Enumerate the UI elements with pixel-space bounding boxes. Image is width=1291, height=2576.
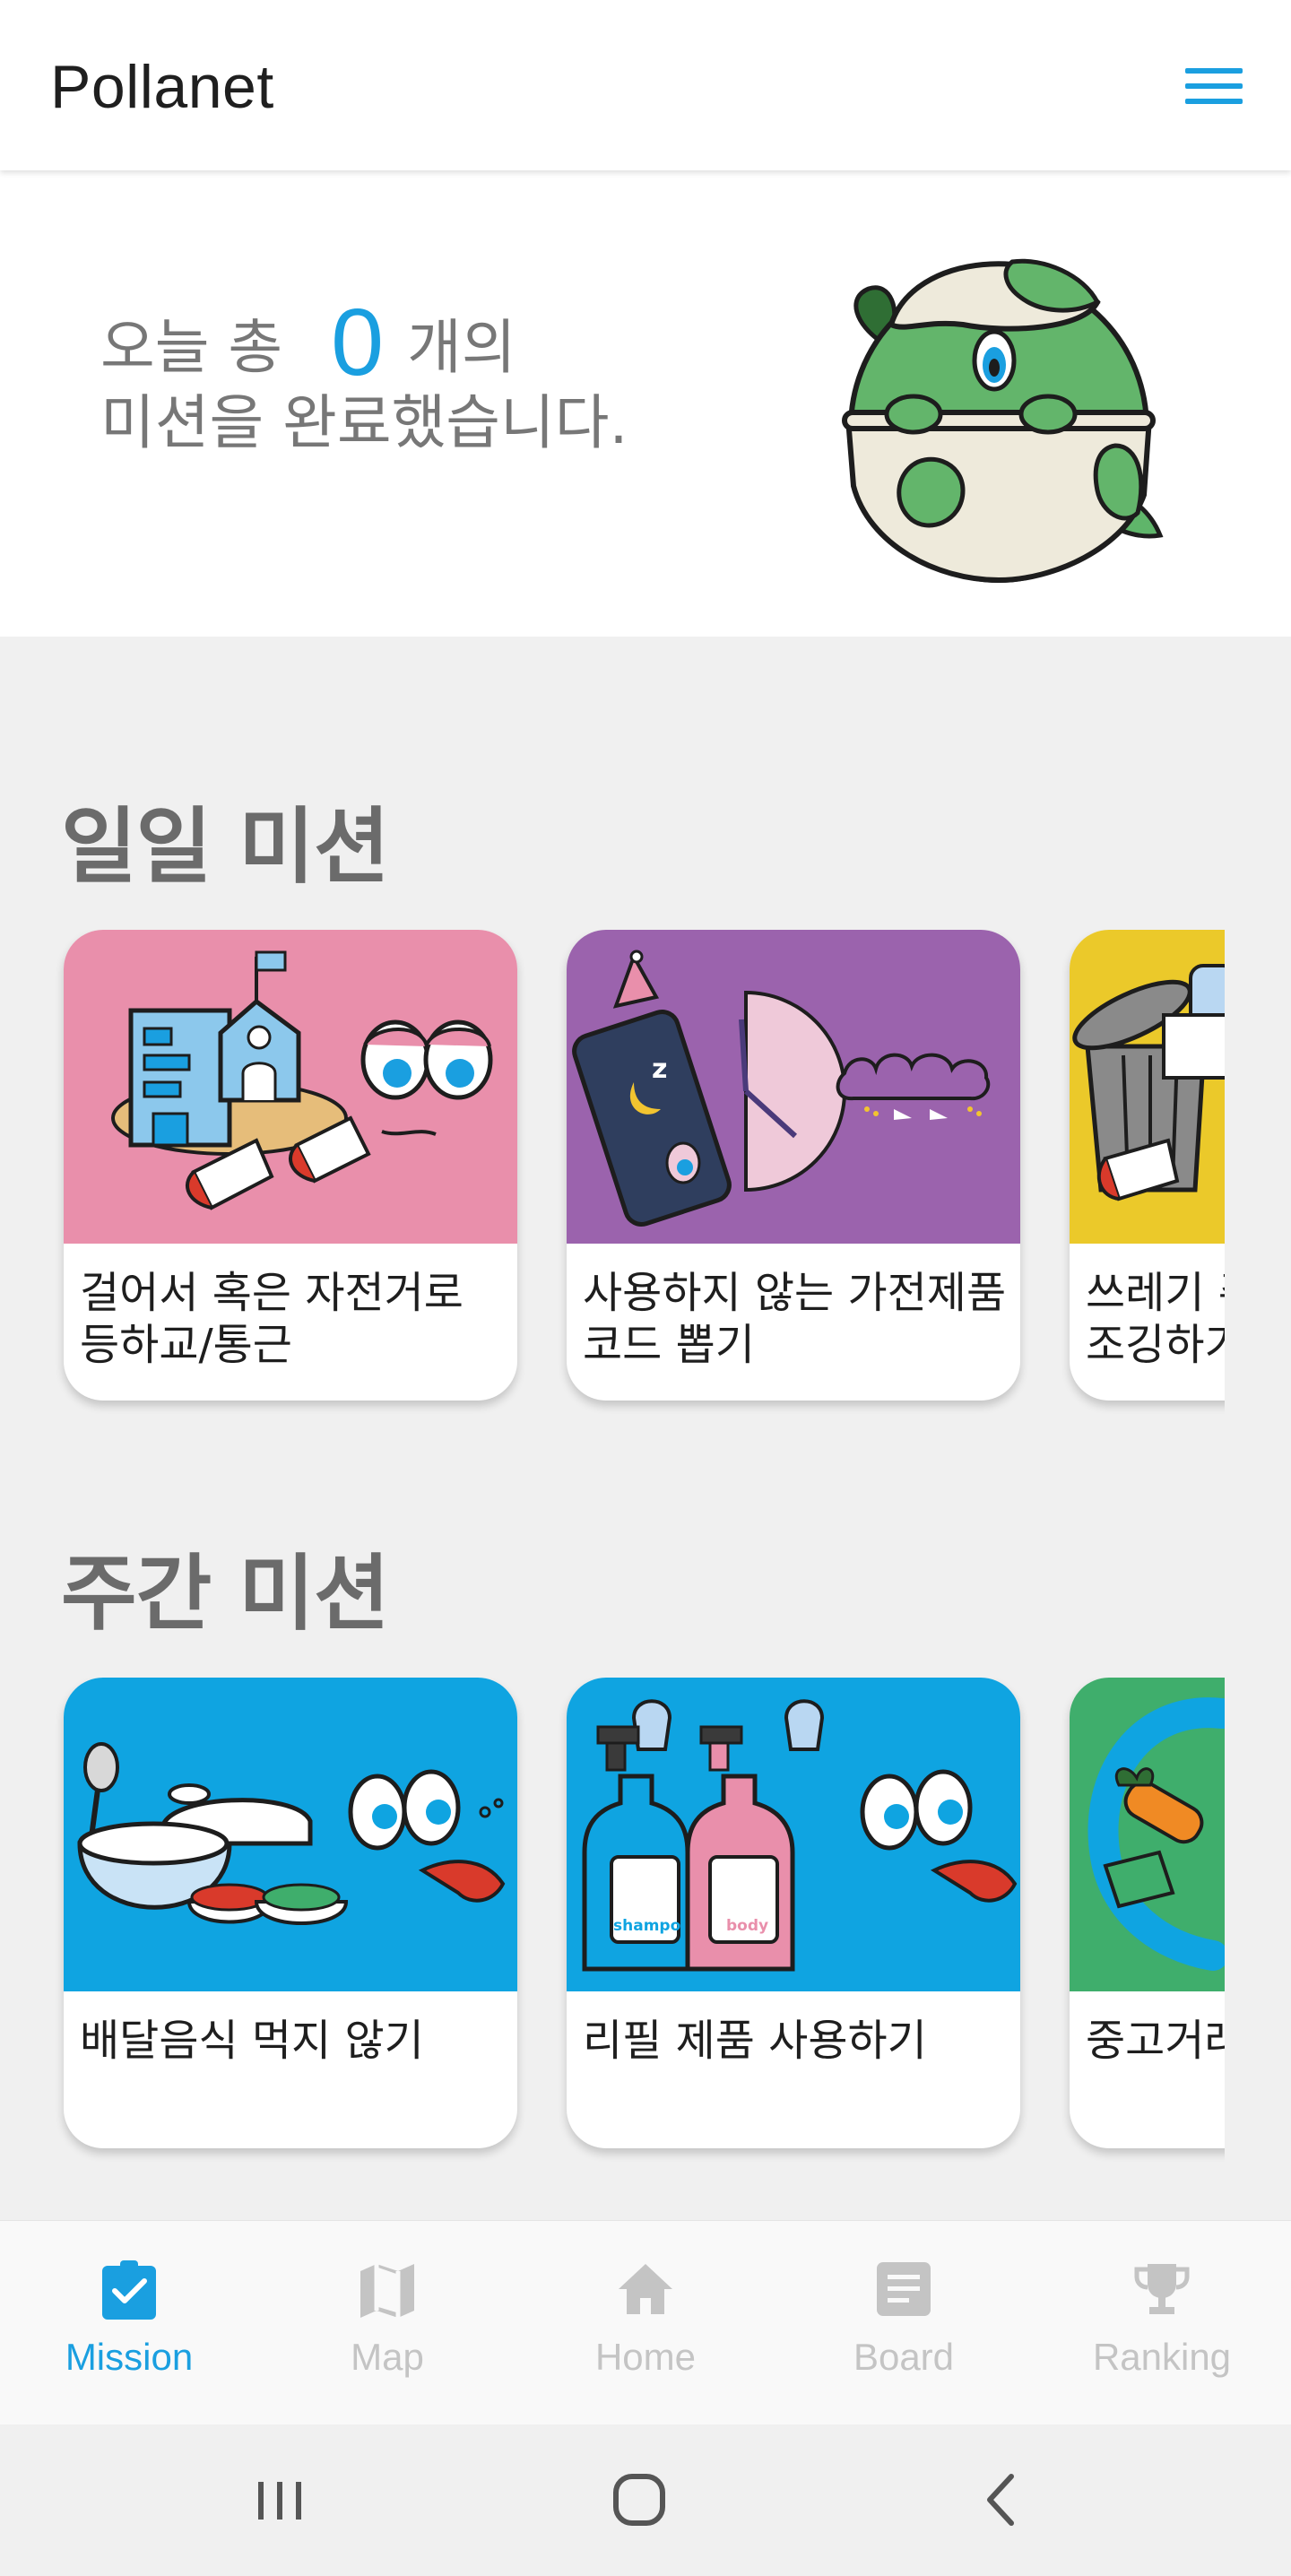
mission-card-refill[interactable]: shampoo body 리필 제품 사용하기 [567, 1678, 1020, 2148]
weekly-missions-rail[interactable]: 배달음식 먹지 않기 shampoo body 리필 제품 사용하기 중고거래 [0, 1678, 1225, 2166]
nav-label: Home [594, 2336, 697, 2378]
mission-card-label: 중고거래 [1086, 2016, 1225, 2066]
mission-card-image [1070, 930, 1225, 1244]
summary-unit: 개의 [407, 313, 516, 382]
trophy-icon [1130, 2257, 1194, 2321]
home-icon [613, 2257, 678, 2321]
back-icon[interactable] [965, 2464, 1036, 2536]
mission-card-image: shampoo body [567, 1678, 1020, 1991]
daily-missions-title: 일일 미션 [61, 799, 390, 895]
summary-line-2: 미션을 완료했습니다. [100, 388, 628, 457]
clipboard-check-icon [97, 2257, 161, 2321]
app-title: Pollanet [50, 53, 274, 121]
map-icon [355, 2257, 420, 2321]
mission-card-no-delivery[interactable]: 배달음식 먹지 않기 [64, 1678, 517, 2148]
nav-label: Board [853, 2336, 955, 2378]
mission-card-image [1070, 1678, 1225, 1991]
nav-item-board[interactable]: Board [775, 2221, 1033, 2425]
nav-label: Mission [65, 2336, 194, 2378]
nav-label: Ranking [1092, 2336, 1232, 2378]
mascot-illustration [828, 226, 1178, 585]
nav-item-map[interactable]: Map [258, 2221, 516, 2425]
shampoo-label: shampoo [613, 1917, 691, 1935]
daily-missions-rail[interactable]: 걸어서 혹은 자전거로 등하교/통근 z 사용하지 않는 가전제품 코드 뽑기 … [0, 930, 1225, 1418]
mission-card-label: 배달음식 먹지 않기 [80, 2016, 424, 2066]
nav-item-ranking[interactable]: Ranking [1033, 2221, 1291, 2425]
nav-item-mission[interactable]: Mission [0, 2221, 258, 2425]
summary-banner: 오늘 총 0 개의 미션을 완료했습니다. [0, 170, 1291, 637]
mission-card-walk-bike[interactable]: 걸어서 혹은 자전거로 등하교/통근 [64, 930, 517, 1401]
mission-card-label: 사용하지 않는 가전제품 코드 뽑기 [583, 1268, 1007, 1370]
app-bar: Pollanet [0, 0, 1291, 170]
mission-card-secondhand[interactable]: 중고거래 [1070, 1678, 1225, 2148]
article-icon [871, 2257, 936, 2321]
mission-card-image [64, 930, 517, 1244]
nav-label: Map [351, 2336, 424, 2378]
weekly-missions-title: 주간 미션 [61, 1546, 390, 1642]
nav-item-home[interactable]: Home [516, 2221, 775, 2425]
summary-line-1: 오늘 총 0 개의 [100, 290, 628, 395]
svg-text:z: z [652, 1054, 667, 1085]
mission-card-image: z [567, 930, 1020, 1244]
summary-prefix: 오늘 총 [100, 313, 283, 382]
mission-card-image [64, 1678, 517, 1991]
body-label: body [726, 1917, 768, 1935]
recent-apps-icon[interactable] [244, 2464, 316, 2536]
mission-summary: 오늘 총 0 개의 미션을 완료했습니다. [100, 290, 628, 461]
mission-card-label: 리필 제품 사용하기 [583, 2016, 927, 2066]
system-navigation-bar [0, 2424, 1291, 2576]
mission-card-label: 걸어서 혹은 자전거로 등하교/통근 [80, 1268, 464, 1370]
bottom-navigation: Mission Map Home Board Ranking [0, 2220, 1291, 2424]
completed-count: 0 [331, 290, 385, 395]
mission-card-plogging[interactable]: 쓰레기 주 조깅하기 [1070, 930, 1225, 1401]
mission-card-unplug[interactable]: z 사용하지 않는 가전제품 코드 뽑기 [567, 930, 1020, 1401]
hamburger-menu-icon[interactable] [1182, 63, 1246, 109]
mission-card-label: 쓰레기 주 조깅하기 [1086, 1268, 1225, 1370]
home-circle-icon[interactable] [603, 2464, 675, 2536]
